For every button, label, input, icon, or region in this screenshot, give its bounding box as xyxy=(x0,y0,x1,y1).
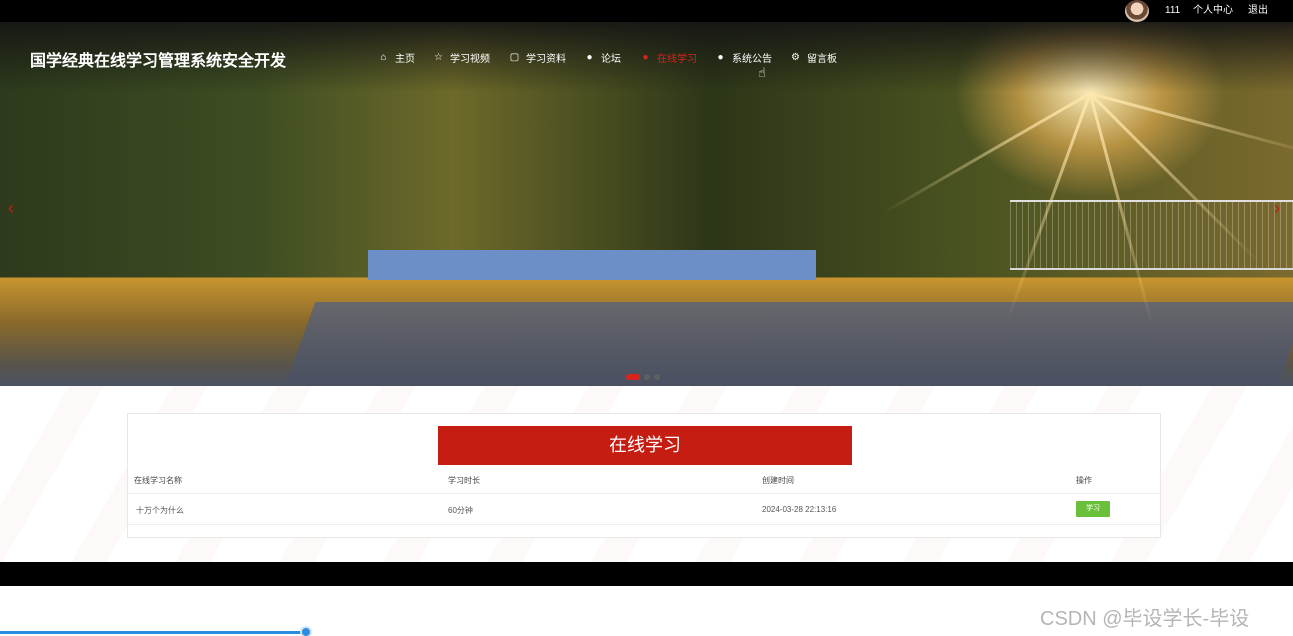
nav-item-online-learning[interactable]: ● 在线学习 xyxy=(640,50,697,65)
table-divider xyxy=(128,524,1160,525)
watermark-text: CSDN @毕设学长-毕设 xyxy=(1040,608,1250,630)
online-learning-panel: 在线学习 在线学习名称 学习时长 创建时间 操作 十万个为什么 60分钟 202… xyxy=(127,413,1161,538)
nav-item-announcements[interactable]: ● 系统公告 xyxy=(715,50,772,65)
carousel-next-icon[interactable]: › xyxy=(1274,198,1280,219)
carousel-indicators xyxy=(626,374,660,380)
bag-icon: ▢ xyxy=(509,52,520,63)
section-title: 在线学习 xyxy=(438,426,852,465)
info-icon: ● xyxy=(642,52,649,63)
table-divider xyxy=(128,493,1160,494)
table-cell-name: 十万个为什么 xyxy=(136,506,184,515)
nav-item-forum[interactable]: ● 论坛 xyxy=(584,50,621,65)
nav-item-label: 学习视频 xyxy=(450,54,490,65)
nav-item-label: 学习资料 xyxy=(526,54,566,65)
nav-item-label: 系统公告 xyxy=(732,54,772,65)
nav-item-home[interactable]: ⌂ 主页 xyxy=(378,50,415,65)
table-cell-duration: 60分钟 xyxy=(448,506,473,515)
carousel-dot[interactable] xyxy=(654,374,660,380)
user-avatar[interactable] xyxy=(1125,0,1149,22)
page-footer xyxy=(0,562,1293,586)
settings-icon: ⚙ xyxy=(791,52,800,63)
nav-item-label: 论坛 xyxy=(601,54,621,65)
nav-item-message-board[interactable]: ⚙ 留言板 xyxy=(790,50,837,65)
profile-link[interactable]: 个人中心 xyxy=(1193,5,1233,17)
banner-sun-ray xyxy=(881,92,1091,215)
home-icon: ⌂ xyxy=(380,52,387,63)
table-cell-created: 2024-03-28 22:13:16 xyxy=(762,505,837,514)
nav-item-label: 留言板 xyxy=(807,54,837,65)
nav-item-study-videos[interactable]: ☆ 学习视频 xyxy=(433,50,490,65)
study-button[interactable]: 学习 xyxy=(1076,501,1110,517)
banner-court-scene xyxy=(284,302,1293,386)
hero-banner xyxy=(0,22,1293,386)
column-header-duration: 学习时长 xyxy=(448,476,480,485)
banner-fence-tarp xyxy=(368,250,816,280)
info-icon: ● xyxy=(717,52,724,63)
info-icon: ● xyxy=(586,52,593,63)
logout-link[interactable]: 退出 xyxy=(1248,5,1268,17)
mouse-pointer-icon: ☝ xyxy=(758,65,766,80)
video-progress-bar[interactable] xyxy=(0,631,306,634)
site-title: 国学经典在线学习管理系统安全开发 xyxy=(30,53,287,70)
banner-tennis-net xyxy=(1010,200,1293,270)
username-label: 111 xyxy=(1165,5,1181,16)
carousel-dot[interactable] xyxy=(626,374,640,380)
top-account-bar: 111 个人中心 退出 xyxy=(0,0,1293,22)
nav-item-label: 主页 xyxy=(395,54,415,65)
nav-item-study-materials[interactable]: ▢ 学习资料 xyxy=(509,50,566,65)
nav-item-label: 在线学习 xyxy=(657,54,697,65)
column-header-created: 创建时间 xyxy=(762,476,794,485)
column-header-action: 操作 xyxy=(1076,476,1092,485)
column-header-name: 在线学习名称 xyxy=(134,476,182,485)
star-icon: ☆ xyxy=(434,52,443,63)
carousel-dot[interactable] xyxy=(644,374,650,380)
carousel-prev-icon[interactable]: ‹ xyxy=(8,198,14,219)
video-progress-handle[interactable] xyxy=(300,626,312,636)
